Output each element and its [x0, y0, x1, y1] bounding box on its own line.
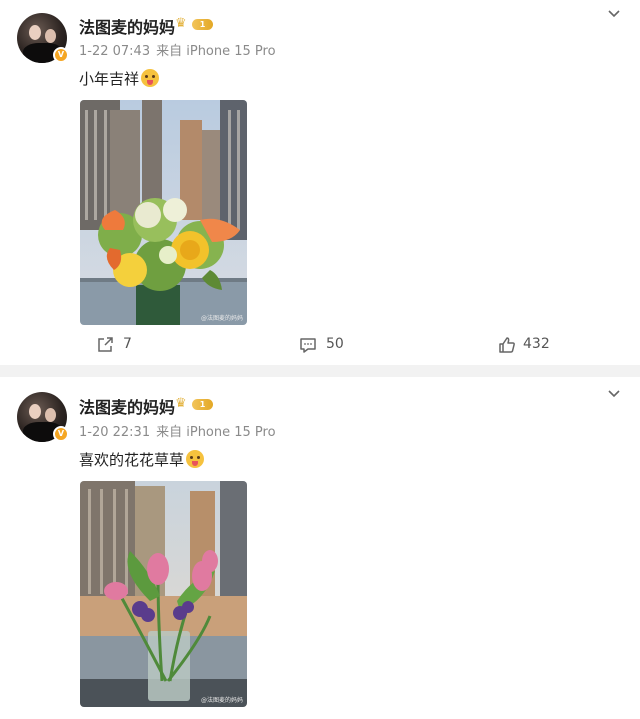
- crown-icon: ♛: [175, 396, 187, 411]
- image-watermark: @法图麦的妈妈: [200, 697, 243, 704]
- verified-badge-icon: V: [53, 426, 69, 442]
- weibo-post-1: V 法图麦的妈妈 ♛ 1 1-22 07:43 来自 iPhone 15 Pro …: [0, 0, 640, 365]
- vip-level: 1: [192, 19, 213, 30]
- thumbs-up-icon: [499, 337, 515, 353]
- tongue-emoji-icon: [186, 450, 205, 468]
- post-time: 1-20 22:31: [79, 425, 151, 440]
- vip-badge[interactable]: ♛ 1: [175, 397, 213, 411]
- like-count: 432: [523, 336, 550, 352]
- comment-icon: [300, 338, 316, 353]
- post-text-content: 小年吉祥: [79, 70, 140, 88]
- vip-badge[interactable]: ♛ 1: [175, 17, 213, 31]
- author-name[interactable]: 法图麦的妈妈: [79, 394, 175, 418]
- chevron-down-icon[interactable]: [607, 9, 621, 19]
- author-name[interactable]: 法图麦的妈妈: [79, 14, 175, 38]
- repost-icon: [98, 337, 113, 352]
- weibo-post-2: V 法图麦的妈妈 ♛ 1 1-20 22:31 来自 iPhone 15 Pro …: [0, 377, 640, 719]
- repost-count: 7: [123, 336, 132, 352]
- post-text: 喜欢的花花草草: [79, 449, 205, 470]
- post-meta: 1-20 22:31 来自 iPhone 15 Pro: [79, 421, 276, 440]
- comment-count: 50: [326, 336, 344, 352]
- post-actions: 7 50 432: [0, 335, 640, 355]
- post-image-bouquet[interactable]: @法图麦的妈妈: [80, 100, 247, 325]
- crown-icon: ♛: [175, 16, 187, 31]
- vip-level: 1: [192, 399, 213, 410]
- post-image-tulips[interactable]: @法图麦的妈妈: [80, 481, 247, 707]
- post-source: 来自 iPhone 15 Pro: [156, 44, 276, 59]
- comment-button[interactable]: 50: [299, 335, 359, 355]
- tongue-emoji-icon: [141, 69, 160, 87]
- verified-badge-icon: V: [53, 47, 69, 63]
- post-text: 小年吉祥: [79, 68, 160, 89]
- image-watermark: @法图麦的妈妈: [200, 315, 243, 322]
- like-button[interactable]: 432: [498, 335, 558, 355]
- chevron-down-icon[interactable]: [607, 389, 621, 399]
- repost-button[interactable]: 7: [96, 335, 146, 355]
- post-time: 1-22 07:43: [79, 44, 151, 59]
- post-text-content: 喜欢的花花草草: [79, 451, 185, 469]
- post-meta: 1-22 07:43 来自 iPhone 15 Pro: [79, 40, 276, 59]
- post-source: 来自 iPhone 15 Pro: [156, 425, 276, 440]
- post-divider: [0, 365, 640, 377]
